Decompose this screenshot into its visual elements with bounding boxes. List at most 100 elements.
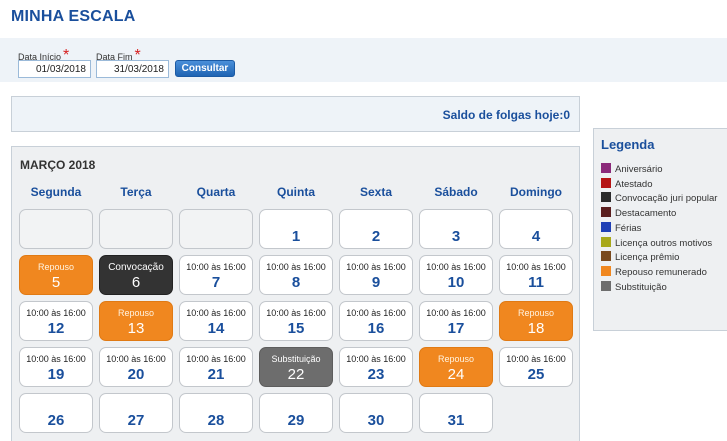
day-cell-26[interactable]: 26 [19, 393, 93, 433]
day-cell-15[interactable]: 10:00 às 16:00 15 [259, 301, 333, 341]
day-cell-20[interactable]: 10:00 às 16:00 20 [99, 347, 173, 387]
day-cell-10[interactable]: 10:00 às 16:00 10 [419, 255, 493, 295]
weekday-header: Sábado [434, 185, 478, 199]
day-schedule-label: 10:00 às 16:00 [346, 262, 406, 272]
day-cell-16[interactable]: 10:00 às 16:00 16 [339, 301, 413, 341]
day-number: 11 [528, 274, 544, 291]
day-schedule-label: Repouso [37, 262, 75, 272]
legend-item: Aniversário [601, 163, 663, 175]
day-schedule-label: 10:00 às 16:00 [426, 262, 486, 272]
legend-swatch [601, 177, 611, 188]
legend-item: Licença prêmio [601, 251, 679, 263]
day-schedule-label: 10:00 às 16:00 [106, 354, 166, 364]
day-cell-3[interactable]: 3 [419, 209, 493, 249]
day-cell-9[interactable]: 10:00 às 16:00 9 [339, 255, 413, 295]
empty-day-cell [99, 209, 173, 249]
legend-swatch [601, 192, 611, 203]
legend-item: Repouso remunerado [601, 265, 707, 278]
day-number: 21 [207, 366, 225, 383]
weekday-header: Quarta [196, 185, 236, 199]
day-cell-25[interactable]: 10:00 às 16:00 25 [499, 347, 573, 387]
legend-item: Destacamento [601, 207, 676, 219]
day-schedule-label: Repouso [517, 308, 555, 318]
start-date-input[interactable]: 01/03/2018 [18, 60, 91, 78]
day-cell-28[interactable]: 28 [179, 393, 253, 433]
legend-panel: Legenda Aniversário Atestado Convocação ju… [593, 128, 727, 331]
start-date-field: Data Início * 01/03/2018 [18, 47, 91, 78]
legend-item: Convocação juri popular [601, 192, 717, 204]
day-cell-11[interactable]: 10:00 às 16:00 11 [499, 255, 573, 295]
day-number: 23 [367, 366, 385, 383]
day-number: 18 [527, 320, 545, 337]
day-number: 22 [287, 366, 305, 383]
day-cell-1[interactable]: 1 [259, 209, 333, 249]
day-number: 16 [367, 320, 385, 337]
day-cell-8[interactable]: 10:00 às 16:00 8 [259, 255, 333, 295]
calendar-panel: MARÇO 2018 Segunda Terça Quarta Quinta Sexta… [11, 146, 580, 441]
day-cell-21[interactable]: 10:00 às 16:00 21 [179, 347, 253, 387]
day-cell-19[interactable]: 10:00 às 16:00 19 [19, 347, 93, 387]
day-schedule-label: 10:00 às 16:00 [186, 354, 246, 364]
day-schedule-label: 10:00 às 16:00 [186, 262, 246, 272]
legend-item: Substituição [601, 280, 667, 293]
filter-bar: Data Início * 01/03/2018 Data Fim * 31/03/… [0, 38, 727, 82]
weekday-header: Terça [120, 185, 152, 199]
day-cell-31[interactable]: 31 [419, 393, 493, 433]
day-cell-23[interactable]: 10:00 às 16:00 23 [339, 347, 413, 387]
day-cell-4[interactable]: 4 [499, 209, 573, 249]
day-cell-29[interactable]: 29 [259, 393, 333, 433]
day-cell-6[interactable]: Convocação 6 [99, 255, 173, 295]
weekday-header: Quinta [277, 185, 315, 199]
day-cell-14[interactable]: 10:00 às 16:00 14 [179, 301, 253, 341]
day-cell-27[interactable]: 27 [99, 393, 173, 433]
legend-swatch [601, 163, 611, 173]
day-number: 3 [451, 228, 461, 245]
day-schedule-label: Repouso [117, 308, 155, 318]
day-schedule-label: Repouso [437, 354, 475, 364]
day-number: 4 [531, 228, 541, 245]
legend-swatch [601, 236, 611, 247]
day-cell-24[interactable]: Repouso 24 [419, 347, 493, 387]
legend-item-label: Repouso remunerado [615, 266, 707, 278]
day-number: 31 [447, 412, 465, 429]
consultar-button[interactable]: Consultar [175, 60, 235, 77]
end-date-input[interactable]: 31/03/2018 [96, 60, 169, 78]
day-number: 1 [291, 228, 301, 245]
day-number: 19 [47, 366, 65, 383]
day-schedule-label: Convocação [108, 262, 164, 273]
day-number: 10 [447, 274, 465, 291]
day-cell-7[interactable]: 10:00 às 16:00 7 [179, 255, 253, 295]
day-cell-30[interactable]: 30 [339, 393, 413, 433]
day-number: 9 [371, 274, 381, 291]
day-schedule-label: 10:00 às 16:00 [186, 308, 246, 318]
legend-swatch [601, 280, 611, 291]
day-schedule-label: 10:00 às 16:00 [506, 262, 566, 272]
day-number: 7 [211, 274, 221, 291]
day-schedule-label: 10:00 às 16:00 [426, 308, 486, 318]
day-cell-22[interactable]: Substituição 22 [259, 347, 333, 387]
page-title: MINHA ESCALA [11, 8, 136, 25]
day-cell-12[interactable]: 10:00 às 16:00 12 [19, 301, 93, 341]
day-number: 20 [127, 366, 145, 383]
day-cell-18[interactable]: Repouso 18 [499, 301, 573, 341]
day-number: 25 [527, 366, 545, 383]
weekday-header: Sexta [359, 185, 393, 199]
day-number: 26 [47, 412, 65, 429]
day-number: 13 [127, 320, 145, 337]
day-schedule-label: 10:00 às 16:00 [266, 308, 326, 318]
empty-day-cell [179, 209, 253, 249]
day-cell-13[interactable]: Repouso 13 [99, 301, 173, 341]
day-number: 12 [47, 320, 65, 337]
day-cell-17[interactable]: 10:00 às 16:00 17 [419, 301, 493, 341]
legend-item-label: Convocação juri popular [615, 193, 718, 205]
day-number: 29 [287, 412, 305, 429]
day-number: 24 [447, 366, 465, 383]
day-cell-5[interactable]: Repouso 5 [19, 255, 93, 295]
day-schedule-label: 10:00 às 16:00 [26, 308, 86, 318]
day-cell-2[interactable]: 2 [339, 209, 413, 249]
day-number: 17 [447, 320, 465, 337]
legend-item-label: Férias [615, 222, 642, 234]
saldo-folgas-text: Saldo de folgas hoje:0 [442, 108, 570, 122]
day-number: 8 [291, 274, 301, 291]
legend-item-label: Licença outros motivos [615, 237, 713, 249]
